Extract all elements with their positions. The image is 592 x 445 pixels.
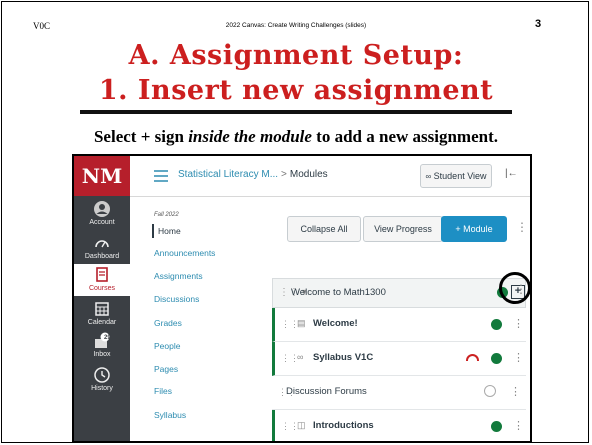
dashboard-icon [95,240,109,248]
kebab-icon[interactable]: ⋮ [510,385,521,398]
course-nav-discussions[interactable]: Discussions [154,294,199,304]
kebab-icon[interactable]: ⋮ [516,220,528,234]
breadcrumb-course[interactable]: Statistical Literacy M... [178,169,278,180]
inbox-badge: 29 [104,335,111,341]
breadcrumb-current: Modules [289,169,328,180]
global-nav-history[interactable]: History [74,366,130,392]
module-item-title[interactable]: Introductions [313,420,374,431]
course-nav-files[interactable]: Files [154,386,172,396]
course-nav-syllabus[interactable]: Syllabus [154,410,186,420]
unm-logo[interactable]: NM [74,156,130,196]
module-header[interactable]: ⋮⋮ ▾ Welcome to Math1300 + [272,278,526,308]
module-item[interactable]: ⋮⋮ ▤ Welcome! ⋮ [272,308,526,342]
glasses-icon: ∞ [425,172,432,181]
hamburger-icon[interactable] [154,170,168,182]
collapse-nav-icon[interactable]: |← [505,168,518,179]
collapse-all-button[interactable]: Collapse All [287,216,361,242]
student-view-button[interactable]: ∞ Student View [420,164,492,188]
calendar-icon [95,302,109,316]
global-nav-label: Courses [88,285,116,292]
slide-title-line2: 1. Insert new assignment [98,75,494,106]
course-nav: Fall 2022 Home Announcements Assignments… [130,196,230,441]
global-nav-courses[interactable]: Courses [74,264,130,296]
global-nav-dashboard[interactable]: Dashboard [74,234,130,260]
module-item[interactable]: ⋮⋮ Discussion Forums ⋮ [272,376,526,410]
global-nav-label: Account [89,219,115,226]
kebab-icon[interactable]: ⋮ [513,351,524,364]
unpublished-icon[interactable] [484,385,496,397]
add-module-button[interactable]: + Module [441,216,507,242]
canvas-screenshot: NM Account Dashboard Courses Calendar In… [72,154,532,443]
global-nav: NM Account Dashboard Courses Calendar In… [74,156,130,441]
view-progress-button[interactable]: View Progress [363,216,443,242]
top-bar: Statistical Literacy M... > Modules ∞ Stud… [130,156,530,197]
slide-title-line1: A. Assignment Setup: [128,40,464,71]
course-nav-assignments[interactable]: Assignments [154,271,203,281]
course-nav-people[interactable]: People [154,341,180,351]
student-view-label: Student View [433,171,487,181]
mastery-paths-icon[interactable] [466,354,479,361]
book-icon [96,267,108,282]
instruction-emphasis: inside the module [188,127,312,146]
breadcrumb: Statistical Literacy M... > Modules [178,169,328,180]
global-nav-label: History [91,385,113,392]
published-icon[interactable] [491,421,502,432]
clock-icon [94,367,110,383]
slide-header-center: 2022 Canvas: Create Writing Challenges (… [225,22,367,29]
instruction-post: to add a new assignment. [311,127,499,146]
kebab-icon[interactable]: ⋮ [513,317,524,330]
slide-page-number: 3 [535,18,542,30]
instruction-text: Select + sign inside the module to add a… [0,127,592,147]
global-nav-account[interactable]: Account [74,200,130,226]
term-label: Fall 2022 [154,212,179,218]
kebab-icon[interactable]: ⋮ [513,419,524,432]
global-nav-calendar[interactable]: Calendar [74,300,130,326]
course-nav-pages[interactable]: Pages [154,364,178,374]
module-item[interactable]: ⋮⋮ ◫ Introductions ⋮ [272,410,526,441]
title-underline [80,110,512,114]
published-icon[interactable] [491,353,502,364]
module-kebab-icon[interactable]: ⋮ [515,282,527,296]
course-nav-grades[interactable]: Grades [154,318,182,328]
global-nav-label: Inbox [93,351,111,358]
module-item-title[interactable]: Syllabus V1C [313,352,373,363]
user-circle-icon [94,201,110,217]
module-item[interactable]: ⋮⋮ ∞ Syllabus V1C ⋮ [272,342,526,376]
module-item-title[interactable]: Discussion Forums [286,386,367,397]
link-icon: ∞ [297,352,304,362]
instruction-pre: Select + sign [93,127,189,146]
course-nav-home[interactable]: Home [152,224,181,238]
published-icon[interactable] [491,319,502,330]
global-nav-label: Dashboard [84,253,120,260]
course-nav-announcements[interactable]: Announcements [154,248,215,258]
page-icon: ▤ [297,318,306,328]
module-title: Welcome to Math1300 [291,287,386,298]
module-item-title[interactable]: Welcome! [313,318,358,329]
discussion-icon: ◫ [297,420,306,430]
breadcrumb-separator: > [281,169,287,180]
global-nav-inbox[interactable]: Inbox 29 [74,332,130,358]
global-nav-label: Calendar [87,319,117,326]
